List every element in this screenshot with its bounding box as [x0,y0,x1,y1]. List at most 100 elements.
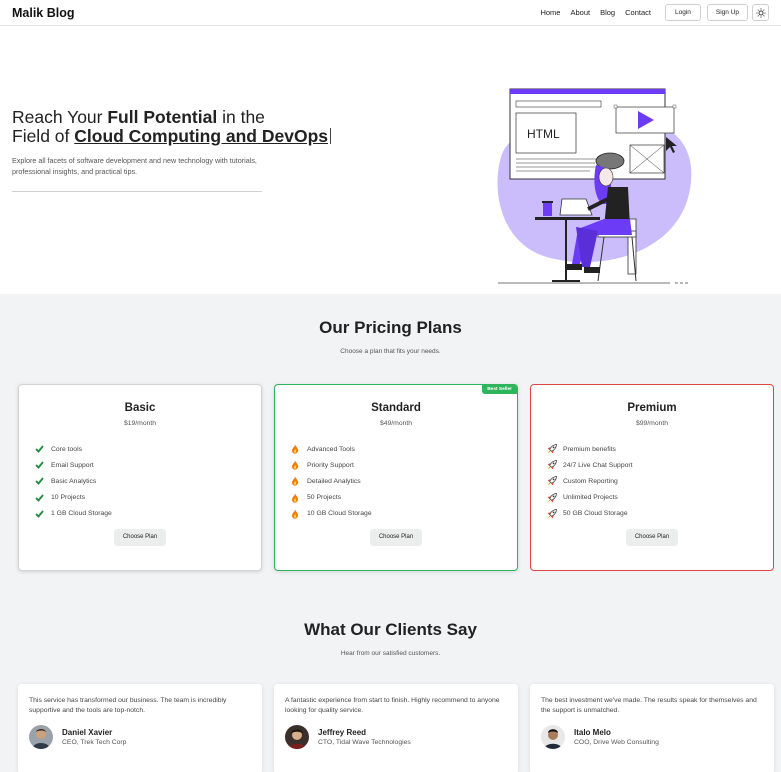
feature-item: 10 Projects [35,490,261,506]
feature-text: Custom Reporting [563,477,618,485]
testimonials-section: What Our Clients Say Hear from our satis… [0,602,781,772]
html-label: HTML [527,127,560,141]
author-role: CEO, Trek Tech Corp [62,739,127,746]
feature-text: Detailed Analytics [307,477,361,485]
plan-name: Premium [627,402,677,414]
avatar [29,725,53,749]
feature-list: Core tools Email Support Basic Analytics… [35,441,261,522]
signup-button[interactable]: Sign Up [706,4,748,21]
pricing-section: Our Pricing Plans Choose a plan that fit… [0,294,781,602]
pricing-title: Our Pricing Plans [319,318,462,337]
plan-name: Basic [124,402,156,414]
hero-text: Reach Your Full Potential in the Field o… [12,108,392,192]
feature-item: 50 GB Cloud Storage [547,506,773,522]
headline-bold: Full Potential [107,107,218,127]
typing-cursor [330,128,331,144]
feature-list: Premium benefits 24/7 Live Chat Support … [547,441,773,522]
author-name: Italo Melo [574,728,611,737]
hero-divider [12,191,262,192]
theme-toggle-button[interactable] [752,4,769,21]
feature-text: 24/7 Live Chat Support [563,461,633,469]
plan-price: $49/month [379,420,413,427]
check-icon [35,477,47,486]
rocket-icon [547,444,559,454]
check-icon [35,445,47,453]
testimonial-card: The best investment we've made. The resu… [530,684,774,772]
feature-item: Email Support [35,457,261,473]
testimonial-card: A fantastic experience from start to fin… [274,684,518,772]
feature-text: Premium benefits [563,445,616,453]
feature-item: Premium benefits [547,441,773,457]
feature-item: Advanced Tools [291,441,517,457]
feature-text: Email Support [51,461,94,469]
feature-item: Unlimited Projects [547,490,773,506]
login-button[interactable]: Login [664,4,701,21]
feature-text: Core tools [51,445,82,453]
feature-item: Core tools [35,441,261,457]
avatar [285,725,309,749]
fire-icon [291,476,303,487]
plan-card-premium: Premium $99/month Premium benefits 24/7 … [530,384,774,571]
author-role: COO, Drive Web Consulting [574,739,659,746]
testimonial-quote: The best investment we've made. The resu… [541,697,757,714]
testimonial-quote: A fantastic experience from start to fin… [285,697,500,714]
rocket-icon [547,460,559,470]
feature-item: Priority Support [291,457,517,473]
feature-item: 24/7 Live Chat Support [547,457,773,473]
hero-section: Reach Your Full Potential in the Field o… [0,26,781,294]
rocket-icon [547,492,559,503]
feature-text: Basic Analytics [51,477,97,485]
headline-highlight: Cloud Computing and DevOps [74,126,328,146]
author-name: Daniel Xavier [62,728,113,737]
fire-icon [291,493,303,503]
feature-item: 1 GB Cloud Storage [35,506,261,522]
check-icon [35,510,47,518]
headline-part: Reach Your [12,107,108,127]
choose-plan-basic-button[interactable]: Choose Plan [113,528,167,546]
testimonials-title: What Our Clients Say [304,620,477,639]
best-seller-badge: Best Seller [482,385,517,394]
feature-item: Custom Reporting [547,473,773,489]
headline-part: in the [217,107,265,127]
fire-icon [291,444,303,454]
pricing-subtitle: Choose a plan that fits your needs. [340,348,441,355]
feature-text: 1 GB Cloud Storage [51,510,112,518]
feature-text: 10 Projects [51,494,86,502]
developer-illustration: HTML [497,88,692,284]
testimonial-card: This service has transformed our busines… [18,684,262,772]
testimonial-author: Jeffrey Reed CTO, Tidal Wave Technologie… [285,725,507,749]
brand-logo[interactable]: Malik Blog [12,6,75,20]
hero-headline: Reach Your Full Potential in the Field o… [12,108,392,146]
feature-item: 50 Projects [291,490,517,506]
plan-price: $19/month [123,420,157,427]
feature-text: 10 GB Cloud Storage [307,510,372,518]
check-icon [35,494,47,502]
choose-plan-standard-button[interactable]: Choose Plan [369,528,423,546]
nav-link-contact[interactable]: Contact [625,8,651,17]
fire-icon [291,460,303,470]
testimonial-author: Daniel Xavier CEO, Trek Tech Corp [29,725,251,749]
testimonials-subtitle: Hear from our satisfied customers. [340,650,441,657]
feature-text: Priority Support [307,461,354,469]
nav-link-home[interactable]: Home [540,8,560,17]
testimonial-quote: This service has transformed our busines… [29,697,227,714]
feature-text: 50 Projects [307,494,342,502]
plan-price: $99/month [635,420,669,427]
plan-card-standard: Best Seller Standard $49/month Advanced … [274,384,518,571]
plan-card-basic: Basic $19/month Core tools Email Support… [18,384,262,571]
check-icon [35,461,47,470]
hero-subtitle: Explore all facets of software developme… [12,156,257,176]
feature-text: Unlimited Projects [563,494,618,502]
testimonial-author: Italo Melo COO, Drive Web Consulting [541,725,763,749]
nav-link-blog[interactable]: Blog [600,8,615,17]
feature-item: Basic Analytics [35,473,261,489]
rocket-icon [547,476,559,486]
feature-item: 10 GB Cloud Storage [291,506,517,522]
plan-name: Standard [371,402,421,414]
sun-icon [755,7,766,18]
avatar [541,725,565,749]
fire-icon [291,509,303,519]
choose-plan-premium-button[interactable]: Choose Plan [625,528,679,546]
nav-link-about[interactable]: About [570,8,590,17]
feature-text: Advanced Tools [307,445,355,453]
